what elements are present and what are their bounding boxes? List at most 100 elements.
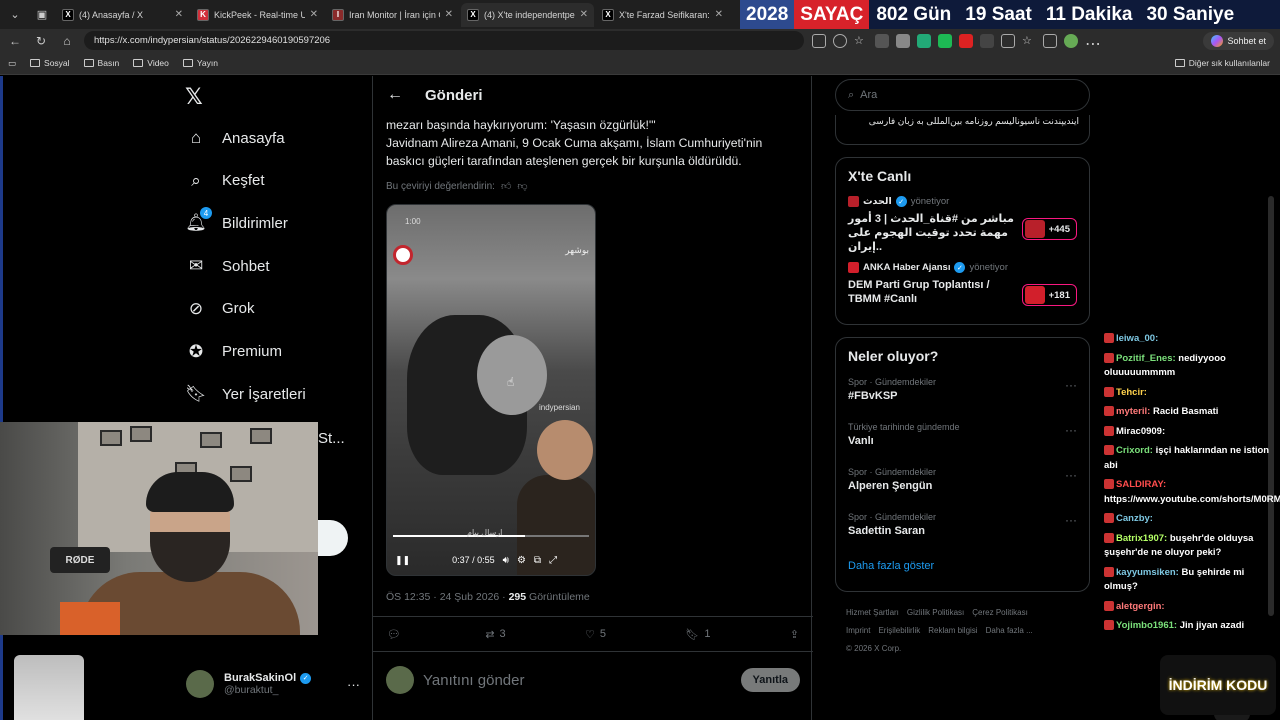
extension-icons: ☆ ☆ ⋯ [812,33,1101,53]
trend-context: Spor · Gündemdekiler [848,467,937,477]
account-switcher[interactable]: BurakSakinOl ✓ @buraktut_ ··· [186,666,360,702]
bookmark-button[interactable]: 🔖︎ 1 [685,628,710,641]
favorites-icon[interactable]: ☆ [1022,34,1036,48]
volume-icon[interactable]: 🔊︎ [503,555,509,566]
live-listeners-pill[interactable]: +445 [1021,218,1077,240]
browser-tab[interactable]: X (4) X'te independentpe ✕ [461,2,594,27]
share-icon: ⇪ [789,628,799,641]
collections-icon[interactable] [1043,33,1057,48]
grid-icon[interactable] [812,33,826,48]
trend-item[interactable]: Spor · Gündemdekiler Alperen Şengün ··· [836,462,1089,507]
more-dots-icon[interactable]: ··· [1065,468,1077,482]
browser-tab[interactable]: I Iran Monitor | İran için Gerç ✕ [326,3,459,27]
trend-item[interactable]: Spor · Gündemdekiler Sadettin Saran ··· [836,507,1089,552]
sidebar-toggle-icon[interactable] [1001,33,1015,48]
other-favorites[interactable]: Diğer sık kullanılanlar [1174,58,1270,68]
nav-item-4[interactable]: ✉ Sohbet [186,256,270,276]
browser-tab[interactable]: X (4) Anasayfa / X ✕ [56,3,189,27]
ext-icon-3[interactable] [917,33,931,48]
more-dots-icon[interactable]: ··· [347,677,360,692]
reply-input[interactable]: Yanıtını gönder [423,672,524,689]
thumbs-down-icon[interactable]: 👎︎ [517,180,527,192]
close-icon[interactable]: ✕ [580,9,588,20]
pip-icon[interactable]: ⧉ [534,555,541,566]
ext-icon-6[interactable] [980,33,994,48]
show-more-link[interactable]: Daha fazla göster [836,552,1089,586]
nav-item-2[interactable]: ⌕ Keşfet [186,171,264,191]
zoom-icon[interactable] [833,33,847,48]
ext-icon-5[interactable] [959,33,973,48]
post-timestamp[interactable]: ÖS 12:35 · 24 Şub 2026 · [386,591,506,603]
back-arrow-icon[interactable]: ← [387,86,403,104]
tab-menu-icon[interactable]: ⌄ [3,3,27,27]
footer-link[interactable]: Gizlilik Politikası [907,608,964,617]
star-icon[interactable]: ☆ [854,34,868,48]
url-field[interactable]: https://x.com/indypersian/status/2026229… [84,31,804,50]
repost-button[interactable]: ⇄ 3 [485,628,505,641]
bookmark-folder-basin[interactable]: Basın [83,58,119,68]
pause-icon[interactable]: ❚❚ [395,555,410,566]
trends-panel: Neler oluyor? Spor · Gündemdekiler #FBvKS… [835,337,1090,592]
bookmark-screen-icon[interactable]: ▭ [8,58,16,69]
footer-link[interactable]: © 2026 X Corp. [846,644,901,653]
bookmark-folder-yayin[interactable]: Yayın [182,58,218,68]
like-button[interactable]: ♡ 5 [585,628,606,641]
search-input[interactable]: ⌕ Ara [835,79,1090,111]
bookmark-folder-video[interactable]: Video [133,58,169,68]
browser-tab[interactable]: K KickPeek - Real-time URL Cl ✕ [191,3,324,27]
footer-link[interactable]: Erişilebilirlik [878,626,920,635]
post-actions: 💬︎ ⇄ 3 ♡ 5 🔖︎ 1 ⇪ [373,616,813,652]
footer-link[interactable]: Daha fazla ... [986,626,1033,635]
chat-badge-icon [1104,532,1114,543]
browser-tab[interactable]: X X'te Farzad Seifikaran: "If-T ✕ [596,3,729,27]
footer-link[interactable]: Çerez Politikası [972,608,1028,617]
more-icon[interactable]: ⋯ [1085,34,1101,53]
trends-panel-title: Neler oluyor? [848,348,939,364]
reply-button[interactable]: 💬︎ [387,628,406,641]
live-item[interactable]: الحدث ✓ yönetiyor مباشر من #قناة_الحدث | 3 … [836,192,1089,258]
more-dots-icon[interactable]: ··· [1065,423,1077,437]
settings-icon[interactable]: ⚙ [517,555,526,566]
bookmark-folder-sosyal[interactable]: Sosyal [30,58,70,68]
chat-text: Racid Basmati [1152,406,1219,417]
fullscreen-icon[interactable]: ⤢ [549,555,557,566]
copilot-button[interactable]: Sohbet et [1203,31,1274,50]
nav-item-truncated[interactable]: St... [318,430,345,447]
close-icon[interactable]: ✕ [715,9,723,20]
live-listeners-pill[interactable]: +181 [1021,284,1077,306]
live-item[interactable]: ANKA Haber Ajansı ✓ yönetiyor DEM Parti Gru… [836,258,1089,324]
ext-icon-4[interactable] [938,33,952,48]
trend-item[interactable]: Türkiye tarihinde gündemde Vanlı ··· [836,417,1089,462]
thumbs-up-icon[interactable]: 👍︎ [501,180,511,192]
ext-icon-1[interactable] [875,33,889,48]
host-avatar [848,196,859,207]
nav-item-7[interactable]: 🔖︎ Yer İşaretleri [185,384,305,404]
nav-item-1[interactable]: ⌂ Anasayfa [186,128,285,148]
ext-icon-2[interactable] [896,33,910,48]
footer-link[interactable]: Reklam bilgisi [928,626,977,635]
more-dots-icon[interactable]: ··· [1065,513,1077,527]
home-browser-icon[interactable]: ⌂ [56,30,78,52]
close-icon[interactable]: ✕ [175,9,183,20]
chat-badge-icon [1104,333,1114,344]
bookmark-label: Sosyal [44,58,70,68]
trend-item[interactable]: Spor · Gündemdekiler #FBvKSP ··· [836,372,1089,417]
refresh-icon[interactable]: ↻ [30,30,52,52]
nav-item-6[interactable]: ✪ Premium [186,342,282,362]
nav-item-5[interactable]: ⊘ Grok [186,299,255,319]
more-dots-icon[interactable]: ··· [1065,378,1077,392]
close-icon[interactable]: ✕ [310,9,318,20]
reply-submit-button[interactable]: Yanıtla [740,668,800,692]
x-logo-icon[interactable]: 𝕏 [185,84,203,110]
share-button[interactable]: ⇪ [790,628,799,641]
footer-link[interactable]: Imprint [846,626,870,635]
related-account-snippet: ایندیپندنت ناسیونالیسم روزنامه بین‌الملل… [835,115,1090,145]
nav-item-3[interactable]: 🔔︎ 4 Bildirimler [185,207,288,233]
back-icon[interactable]: ← [4,30,26,52]
profile-icon[interactable] [1064,33,1078,48]
bookmark-label: Video [147,58,169,68]
video-player[interactable]: 1:00 بوشهر indypersian ☝ ارسال پیام ❚❚ 0… [386,204,596,576]
footer-link[interactable]: Hizmet Şartları [846,608,899,617]
workspaces-icon[interactable]: ▣ [30,3,54,27]
close-icon[interactable]: ✕ [445,9,453,20]
